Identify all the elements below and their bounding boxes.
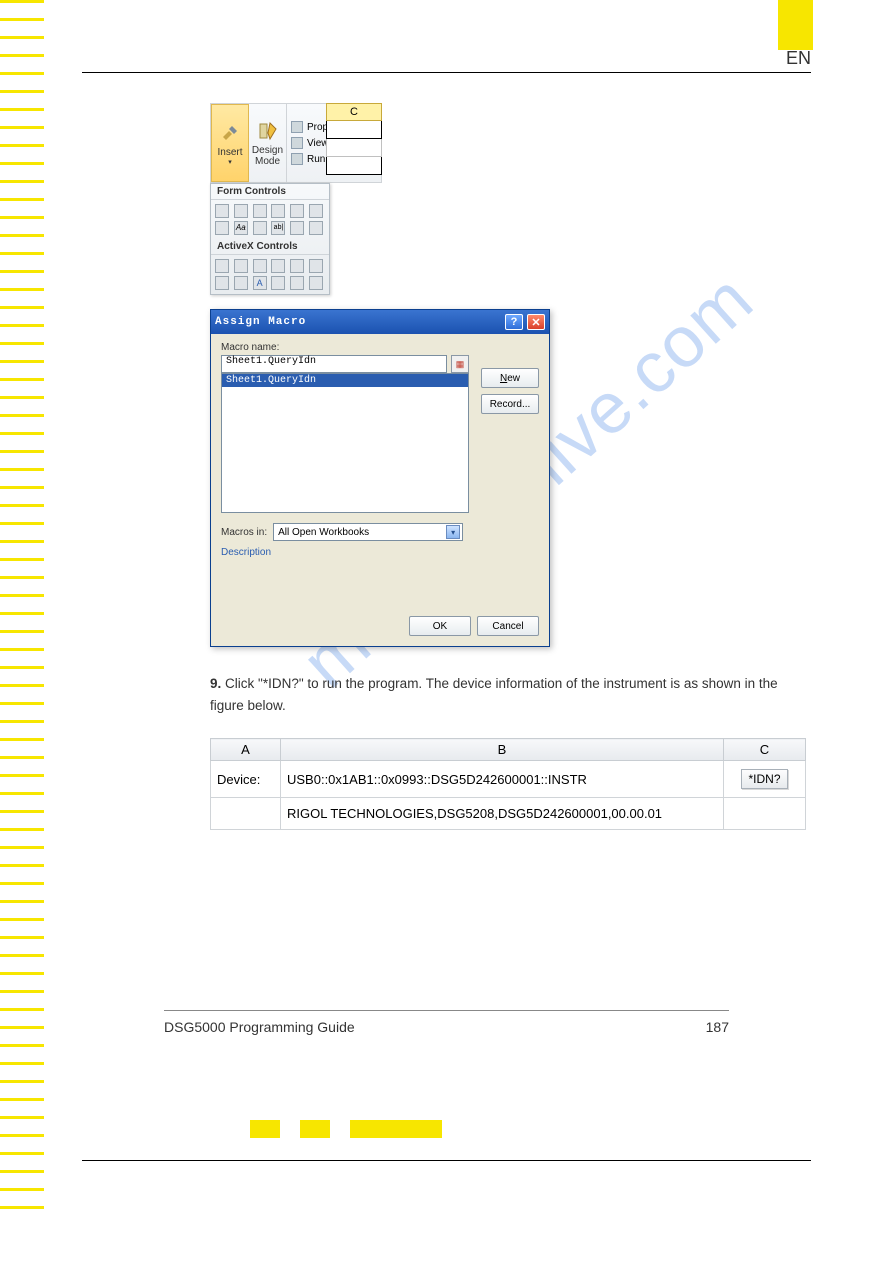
table-row: RIGOL TECHNOLOGIES,DSG5208,DSG5D24260000… <box>211 798 806 830</box>
form-control-3[interactable] <box>253 204 267 218</box>
guide-title: DSG5000 Programming Guide <box>164 1019 355 1035</box>
idn-button[interactable]: *IDN? <box>741 769 787 789</box>
cancel-button[interactable]: Cancel <box>477 616 539 636</box>
macros-in-value: All Open Workbooks <box>278 527 369 538</box>
col-c-header[interactable]: C <box>724 739 806 761</box>
cell-b2[interactable]: RIGOL TECHNOLOGIES,DSG5208,DSG5D24260000… <box>281 798 724 830</box>
view-code-icon <box>291 137 303 149</box>
macros-in-label: Macros in: <box>221 527 267 538</box>
corner-tab <box>778 0 813 50</box>
record-button[interactable]: Record... <box>481 394 539 414</box>
design-label-1: Design <box>252 145 283 156</box>
new-button[interactable]: New <box>481 368 539 388</box>
chevron-down-icon: ▾ <box>446 525 460 539</box>
pager-next[interactable] <box>300 1120 330 1138</box>
form-control-aa[interactable]: Aa <box>234 221 248 235</box>
chevron-down-icon: ▾ <box>228 158 232 166</box>
column-c-header[interactable]: C <box>326 103 382 121</box>
activex-controls-header: ActiveX Controls <box>211 239 329 255</box>
form-control-4[interactable] <box>271 204 285 218</box>
cell-b1[interactable]: USB0::0x1AB1::0x0993::DSG5D242600001::IN… <box>281 761 724 798</box>
form-control-5[interactable] <box>290 204 304 218</box>
activex-4[interactable] <box>271 259 285 273</box>
dialog-titlebar[interactable]: Assign Macro ? ✕ <box>211 310 549 334</box>
form-control-9[interactable] <box>253 221 267 235</box>
footer-divider <box>164 1010 729 1011</box>
cell-c2[interactable] <box>724 798 806 830</box>
col-a-header[interactable]: A <box>211 739 281 761</box>
ruler-pencil-icon <box>256 119 280 143</box>
left-margin-stripes <box>0 0 44 1263</box>
activex-1[interactable] <box>215 259 229 273</box>
form-control-11[interactable] <box>290 221 304 235</box>
activex-10[interactable] <box>271 276 285 290</box>
close-icon: ✕ <box>531 316 540 329</box>
macro-list-item[interactable]: Sheet1.QueryIdn <box>222 374 468 387</box>
activex-controls-grid: A <box>211 255 329 294</box>
activex-5[interactable] <box>290 259 304 273</box>
result-table: A B C Device: USB0::0x1AB1::0x0993::DSG5… <box>210 738 806 830</box>
cell-a2[interactable] <box>211 798 281 830</box>
insert-dropdown: Form Controls Aa ab| ActiveX Controls <box>210 183 330 295</box>
activex-11[interactable] <box>290 276 304 290</box>
macro-name-label: Macro name: <box>221 342 539 353</box>
activex-2[interactable] <box>234 259 248 273</box>
activex-a[interactable]: A <box>253 276 267 290</box>
insert-button[interactable]: Insert ▾ <box>211 104 249 182</box>
close-button[interactable]: ✕ <box>527 314 545 330</box>
step-body: Click "*IDN?" to run the program. The de… <box>210 676 778 713</box>
pager-prev[interactable] <box>250 1120 280 1138</box>
assign-macro-dialog: Assign Macro ? ✕ Macro name: Sheet1.Quer… <box>210 309 550 647</box>
cell-a1[interactable]: Device: <box>211 761 281 798</box>
form-control-ab[interactable]: ab| <box>271 221 285 235</box>
form-controls-grid: Aa ab| <box>211 200 329 239</box>
activex-8[interactable] <box>234 276 248 290</box>
form-control-2[interactable] <box>234 204 248 218</box>
cell-c1[interactable]: *IDN? <box>724 761 806 798</box>
activex-3[interactable] <box>253 259 267 273</box>
pager-jump[interactable] <box>350 1120 442 1138</box>
help-button[interactable]: ? <box>505 314 523 330</box>
form-control-12[interactable] <box>309 221 323 235</box>
run-dialog-icon <box>291 153 303 165</box>
design-mode-button[interactable]: Design Mode <box>249 104 287 182</box>
form-controls-header: Form Controls <box>211 184 329 200</box>
bottom-divider <box>82 1160 811 1161</box>
insert-label: Insert <box>217 147 242 158</box>
grid-icon: ▦ <box>456 359 465 370</box>
step-9-text: 9. Click "*IDN?" to run the program. The… <box>210 673 810 716</box>
properties-icon <box>291 121 303 133</box>
macros-in-combo[interactable]: All Open Workbooks ▾ <box>273 523 463 541</box>
form-control-1[interactable] <box>215 204 229 218</box>
ok-button[interactable]: OK <box>409 616 471 636</box>
top-divider <box>82 72 811 73</box>
tools-icon <box>218 121 242 145</box>
form-control-7[interactable] <box>215 221 229 235</box>
step-number: 9. <box>210 676 221 691</box>
language-label: EN <box>786 48 811 69</box>
activex-7[interactable] <box>215 276 229 290</box>
page-number: 187 <box>706 1019 729 1035</box>
activex-6[interactable] <box>309 259 323 273</box>
macro-list[interactable]: Sheet1.QueryIdn <box>221 373 469 513</box>
activex-12[interactable] <box>309 276 323 290</box>
range-picker-button[interactable]: ▦ <box>451 355 469 373</box>
col-b-header[interactable]: B <box>281 739 724 761</box>
macro-name-input[interactable]: Sheet1.QueryIdn <box>221 355 447 373</box>
pagination <box>250 1120 442 1138</box>
dialog-title: Assign Macro <box>215 316 501 328</box>
description-label: Description <box>221 547 539 558</box>
design-label-2: Mode <box>255 156 280 167</box>
form-control-6[interactable] <box>309 204 323 218</box>
table-row: Device: USB0::0x1AB1::0x0993::DSG5D24260… <box>211 761 806 798</box>
